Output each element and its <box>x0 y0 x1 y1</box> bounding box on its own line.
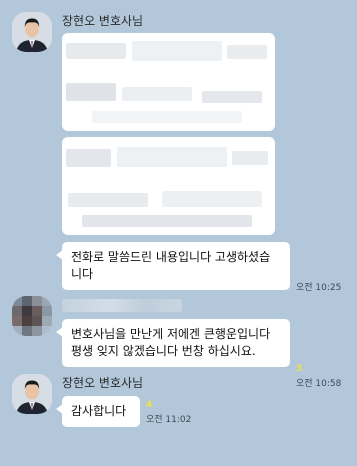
blurred-content <box>82 215 252 227</box>
message-time: 오전 10:58 <box>296 379 342 389</box>
message-text: 전화로 말씀드린 내용입니다 고생하셨습니다 <box>71 250 271 281</box>
blurred-content <box>66 83 116 101</box>
mosaic-avatar-icon[interactable] <box>12 296 52 336</box>
sender-avatar[interactable] <box>12 374 52 414</box>
blurred-content <box>132 41 222 61</box>
blurred-content <box>232 151 268 165</box>
lawyer-portrait-icon <box>12 374 52 414</box>
blurred-content <box>202 91 262 103</box>
lawyer-portrait-icon <box>12 12 52 52</box>
message-time: 오전 10:25 <box>296 283 342 293</box>
message-time: 오전 11:02 <box>146 415 192 425</box>
message-text: 변호사님을 만난게 저에겐 큰행운입니다 평생 잊지 않겠습니다 번창 하십시요… <box>71 327 271 358</box>
message-text: 감사합니다 <box>71 404 127 418</box>
blurred-content <box>117 147 227 167</box>
sender-name: 장현오 변호사님 <box>62 376 144 390</box>
blurred-content <box>227 45 267 59</box>
sender-avatar[interactable] <box>12 12 52 52</box>
message-bubble[interactable]: 감사합니다 <box>56 396 140 427</box>
unread-count: 3 <box>296 364 303 374</box>
image-attachment[interactable] <box>62 137 275 235</box>
blurred-content <box>122 87 192 101</box>
message-bubble[interactable]: 변호사님을 만난게 저에겐 큰행운입니다 평생 잊지 않겠습니다 번창 하십시요… <box>56 319 290 367</box>
blurred-content <box>162 191 262 207</box>
blurred-content <box>66 149 111 167</box>
blurred-content <box>92 111 242 123</box>
sender-name-hidden <box>62 299 182 312</box>
message-bubble[interactable]: 전화로 말씀드린 내용입니다 고생하셨습니다 <box>56 242 290 290</box>
image-attachment[interactable] <box>62 33 275 131</box>
unread-count: 4 <box>146 400 153 410</box>
sender-name: 장현오 변호사님 <box>62 14 144 28</box>
blurred-content <box>66 43 126 59</box>
blurred-content <box>68 193 148 207</box>
